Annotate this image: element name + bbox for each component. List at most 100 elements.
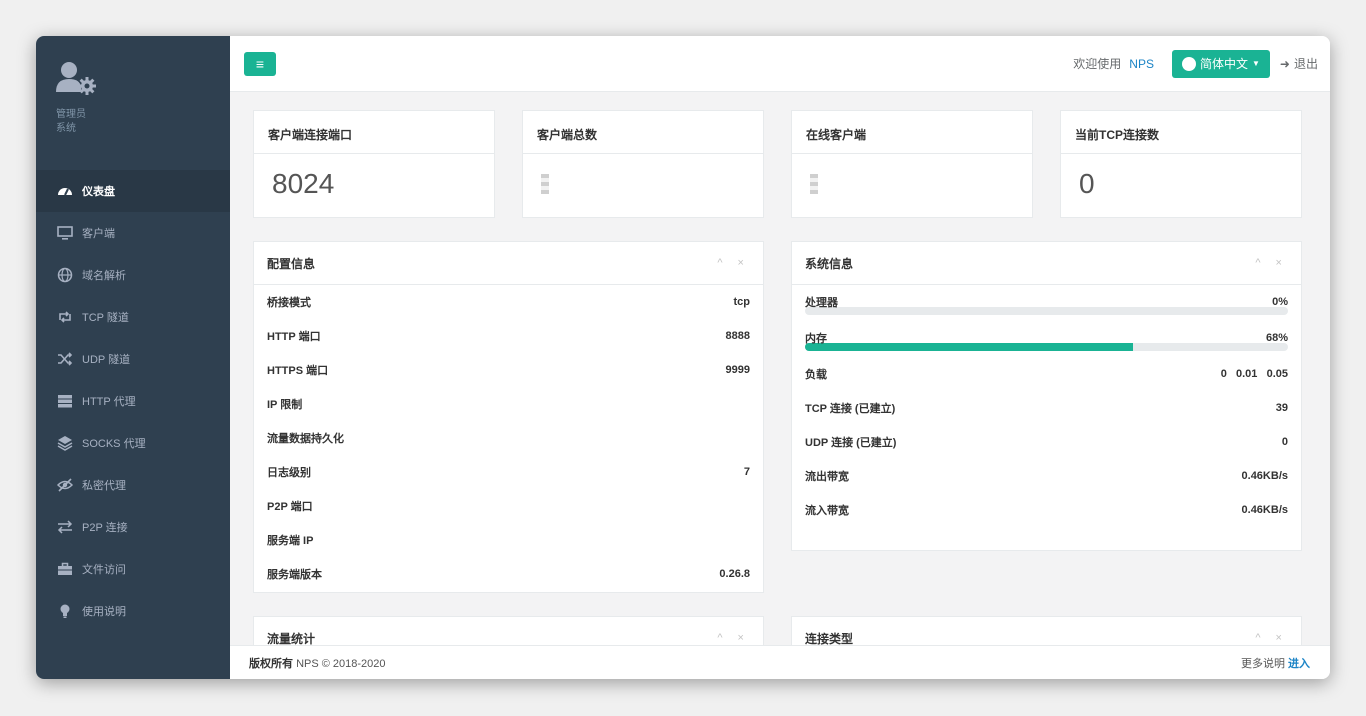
more-info: 更多说明 进入 bbox=[1241, 655, 1310, 671]
config-row: HTTPS 端口 9999 bbox=[254, 353, 763, 387]
progress-track bbox=[805, 343, 1288, 351]
stat-value-redacted bbox=[792, 154, 1032, 201]
box-title: 流量统计 bbox=[267, 631, 316, 646]
sidebar-item-clients[interactable]: 客户端 bbox=[36, 212, 230, 254]
stat-title: 在线客户端 bbox=[792, 111, 1032, 154]
row-value: 68% bbox=[1265, 332, 1288, 344]
sign-out-icon: ➜ bbox=[1279, 56, 1290, 71]
config-row: 日志级别 7 bbox=[254, 455, 763, 489]
config-row: 服务端版本 0.26.8 bbox=[254, 557, 763, 591]
top-right-area: 欢迎使用 NPS 简体中文 ▼ ➜ 退出 bbox=[1073, 49, 1330, 78]
role-line-1: 管理员 bbox=[56, 109, 86, 120]
blurred-value bbox=[810, 174, 818, 194]
row-label: 内存 bbox=[805, 333, 827, 345]
system-row: UDP 连接 (已建立) 0 bbox=[792, 425, 1301, 459]
top-navbar: ≡ 欢迎使用 NPS 简体中文 ▼ ➜ 退出 bbox=[230, 36, 1330, 92]
sidebar-item-label: 文件访问 bbox=[82, 564, 126, 576]
box-header: 连接类型 ^ × bbox=[792, 617, 1301, 646]
role-line-2: 系统 bbox=[56, 123, 76, 134]
progress-track bbox=[805, 307, 1288, 315]
copyright: 版权所有 NPS © 2018-2020 bbox=[249, 655, 386, 671]
config-info-box: 配置信息 ^ × 桥接模式 tcp HTTP 端口 8888 HTTPS 端口 999… bbox=[253, 241, 764, 593]
app-window: 管理员 系统 仪表盘 客户端 域名解析 TCP 隧道 UDP 隧道 HTTP 代… bbox=[36, 36, 1330, 679]
config-row: 服务端 IP bbox=[254, 523, 763, 557]
row-value: 0% bbox=[1272, 296, 1288, 308]
row-label: 处理器 bbox=[805, 297, 838, 309]
collapse-close-icons[interactable]: ^ × bbox=[717, 632, 750, 644]
admin-avatar-icon[interactable] bbox=[56, 60, 100, 100]
collapse-close-icons[interactable]: ^ × bbox=[717, 257, 750, 269]
menu-toggle-button[interactable]: ≡ bbox=[244, 51, 276, 76]
sidebar-item-help[interactable]: 使用说明 bbox=[36, 590, 230, 632]
row-label: 流量数据持久化 bbox=[267, 433, 344, 445]
box-title: 配置信息 bbox=[267, 256, 316, 271]
sidebar-item-label: TCP 隧道 bbox=[82, 312, 129, 324]
stat-title: 当前TCP连接数 bbox=[1061, 111, 1301, 154]
row-label: TCP 连接 (已建立) bbox=[805, 403, 896, 415]
server-icon bbox=[56, 392, 74, 410]
sidebar-item-http-proxy[interactable]: HTTP 代理 bbox=[36, 380, 230, 422]
profile: 管理员 系统 bbox=[36, 36, 230, 170]
stat-card-tcp-connections: 当前TCP连接数 0 bbox=[1060, 110, 1302, 218]
lightbulb-icon bbox=[56, 602, 74, 620]
sidebar-item-label: 客户端 bbox=[82, 228, 115, 240]
row-value: 9999 bbox=[725, 364, 750, 376]
monitor-icon bbox=[56, 224, 74, 242]
eye-slash-icon bbox=[56, 476, 74, 494]
blurred-value bbox=[541, 174, 549, 194]
stat-value-redacted bbox=[523, 154, 763, 201]
stat-card-port: 客户端连接端口 8024 bbox=[253, 110, 495, 218]
row-label: 日志级别 bbox=[267, 467, 311, 479]
sidebar-item-tcp-tunnel[interactable]: TCP 隧道 bbox=[36, 296, 230, 338]
sidebar-item-file-access[interactable]: 文件访问 bbox=[36, 548, 230, 590]
row-value: 0.46KB/s bbox=[1241, 470, 1288, 482]
row-label: P2P 端口 bbox=[267, 501, 313, 513]
config-row: HTTP 端口 8888 bbox=[254, 319, 763, 353]
row-label: HTTP 端口 bbox=[267, 331, 321, 343]
collapse-close-icons[interactable]: ^ × bbox=[1255, 257, 1288, 269]
sidebar-item-label: UDP 隧道 bbox=[82, 354, 131, 366]
briefcase-icon bbox=[56, 560, 74, 578]
language-dropdown[interactable]: 简体中文 ▼ bbox=[1171, 49, 1270, 78]
row-label: 流出带宽 bbox=[805, 471, 849, 483]
nps-link[interactable]: NPS bbox=[1129, 57, 1154, 71]
logout-link[interactable]: ➜ 退出 bbox=[1280, 55, 1318, 72]
role-text: 管理员 系统 bbox=[56, 108, 210, 136]
row-label: 服务端 IP bbox=[267, 535, 314, 547]
sidebar-item-label: HTTP 代理 bbox=[82, 396, 136, 408]
sidebar-item-dashboard[interactable]: 仪表盘 bbox=[36, 170, 230, 212]
exchange-icon bbox=[56, 518, 74, 536]
system-row: 流出带宽 0.46KB/s bbox=[792, 459, 1301, 493]
box-title: 连接类型 bbox=[805, 631, 854, 646]
sidebar-item-domains[interactable]: 域名解析 bbox=[36, 254, 230, 296]
collapse-close-icons[interactable]: ^ × bbox=[1255, 632, 1288, 644]
sidebar-item-label: 私密代理 bbox=[82, 480, 126, 492]
row-value: 0.46KB/s bbox=[1241, 504, 1288, 516]
row-value: 39 bbox=[1275, 402, 1288, 414]
sidebar-item-udp-tunnel[interactable]: UDP 隧道 bbox=[36, 338, 230, 380]
box-header: 配置信息 ^ × bbox=[254, 242, 763, 285]
globe-icon bbox=[1181, 56, 1196, 71]
row-label: 服务端版本 bbox=[267, 569, 322, 581]
memory-progress-fill bbox=[805, 343, 1134, 351]
sidebar-item-label: 域名解析 bbox=[82, 270, 126, 282]
enter-link[interactable]: 进入 bbox=[1288, 658, 1310, 670]
sidebar-item-p2p[interactable]: P2P 连接 bbox=[36, 506, 230, 548]
traffic-stats-box: 流量统计 ^ × bbox=[253, 616, 764, 645]
row-value: 0 0.01 0.05 bbox=[1220, 368, 1288, 380]
sidebar-item-private-proxy[interactable]: 私密代理 bbox=[36, 464, 230, 506]
stat-value: 0 bbox=[1079, 168, 1095, 199]
main-content: 客户端连接端口 8024 客户端总数 在线客户端 当前TCP连接数 0 配置信息… bbox=[230, 93, 1330, 645]
stat-title: 客户端总数 bbox=[523, 111, 763, 154]
row-label: IP 限制 bbox=[267, 399, 303, 411]
footer: 版权所有 NPS © 2018-2020 更多说明 进入 bbox=[230, 645, 1330, 679]
sidebar: 管理员 系统 仪表盘 客户端 域名解析 TCP 隧道 UDP 隧道 HTTP 代… bbox=[36, 36, 230, 679]
box-title: 系统信息 bbox=[805, 256, 854, 271]
globe-icon bbox=[56, 266, 74, 284]
welcome-text: 欢迎使用 bbox=[1073, 57, 1122, 71]
language-label: 简体中文 bbox=[1199, 57, 1248, 71]
copyright-text: NPS © 2018-2020 bbox=[296, 657, 386, 670]
system-row: 负载 0 0.01 0.05 bbox=[792, 357, 1301, 391]
config-row: IP 限制 bbox=[254, 387, 763, 421]
sidebar-item-socks-proxy[interactable]: SOCKS 代理 bbox=[36, 422, 230, 464]
